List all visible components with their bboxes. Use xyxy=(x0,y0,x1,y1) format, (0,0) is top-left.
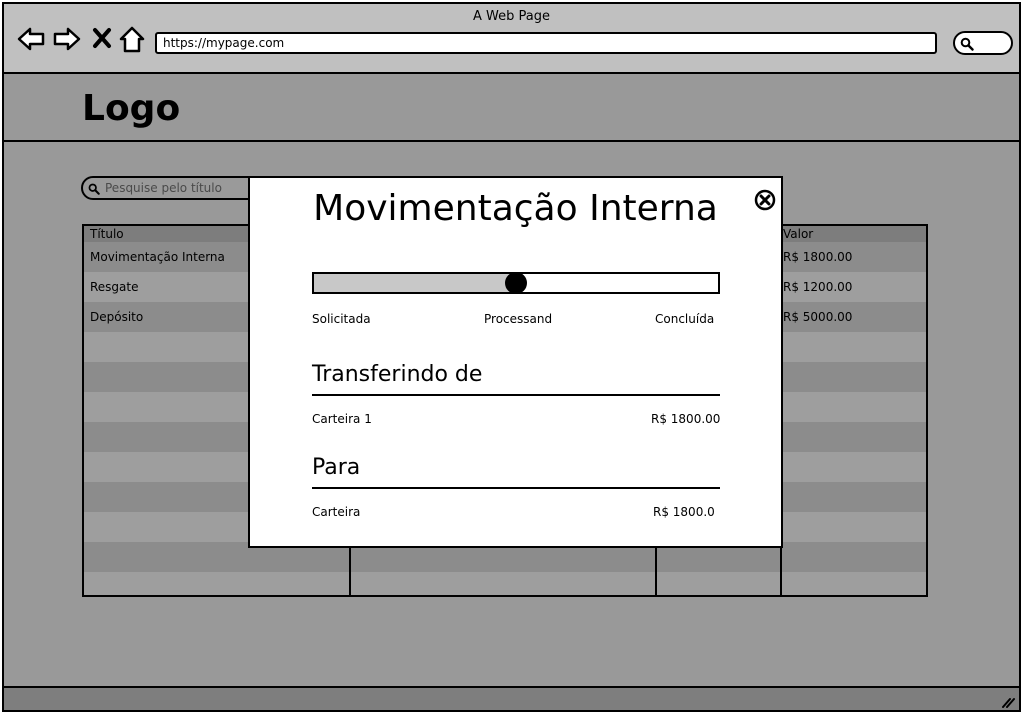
from-heading: Transferindo de xyxy=(312,362,483,387)
modal-title: Movimentação Interna xyxy=(313,188,718,229)
status-progress-bar xyxy=(312,272,720,294)
browser-statusbar xyxy=(4,686,1019,710)
home-icon[interactable] xyxy=(117,24,147,54)
browser-search-button[interactable] xyxy=(953,31,1013,55)
cell-title: Depósito xyxy=(90,310,144,324)
cell-title: Movimentação Interna xyxy=(90,250,225,264)
cell-value: R$ 5000.00 xyxy=(783,310,853,324)
step-label-requested: Solicitada xyxy=(312,312,371,326)
search-icon xyxy=(960,37,974,51)
section-divider xyxy=(312,487,720,489)
from-account: Carteira 1 xyxy=(312,412,372,426)
close-x-icon[interactable] xyxy=(90,24,120,54)
to-heading: Para xyxy=(312,455,361,480)
forward-arrow-icon[interactable] xyxy=(52,24,82,54)
window-title: A Web Page xyxy=(473,9,550,24)
transaction-detail-modal: Movimentação Interna Solicitada Processa… xyxy=(248,176,783,548)
close-circle-icon xyxy=(754,189,776,211)
resize-grip-icon[interactable] xyxy=(1001,696,1015,708)
browser-toolbar: A Web Page https://mypage.com xyxy=(4,4,1019,74)
progress-fill xyxy=(314,274,516,292)
browser-window: A Web Page https://mypage.com Logo Pesqu… xyxy=(2,2,1021,712)
address-bar[interactable]: https://mypage.com xyxy=(155,32,937,54)
search-placeholder: Pesquise pelo título xyxy=(105,181,222,195)
progress-knob[interactable] xyxy=(505,272,527,294)
to-account: Carteira xyxy=(312,505,361,519)
search-icon xyxy=(88,183,100,195)
cell-value: R$ 1200.00 xyxy=(783,280,853,294)
step-label-processing: Processand xyxy=(484,312,553,326)
from-amount: R$ 1800.00 xyxy=(651,412,721,426)
close-button[interactable] xyxy=(754,189,776,211)
cell-value: R$ 1800.00 xyxy=(783,250,853,264)
column-header-title[interactable]: Título xyxy=(90,227,124,241)
column-header-value[interactable]: Valor xyxy=(783,227,813,241)
logo[interactable]: Logo xyxy=(82,88,180,129)
back-arrow-icon[interactable] xyxy=(16,24,46,54)
site-header: Logo xyxy=(4,74,1019,142)
to-amount: R$ 1800.0 xyxy=(653,505,715,519)
cell-title: Resgate xyxy=(90,280,139,294)
step-label-completed: Concluída xyxy=(655,312,715,326)
table-row[interactable] xyxy=(84,572,926,595)
section-divider xyxy=(312,394,720,396)
